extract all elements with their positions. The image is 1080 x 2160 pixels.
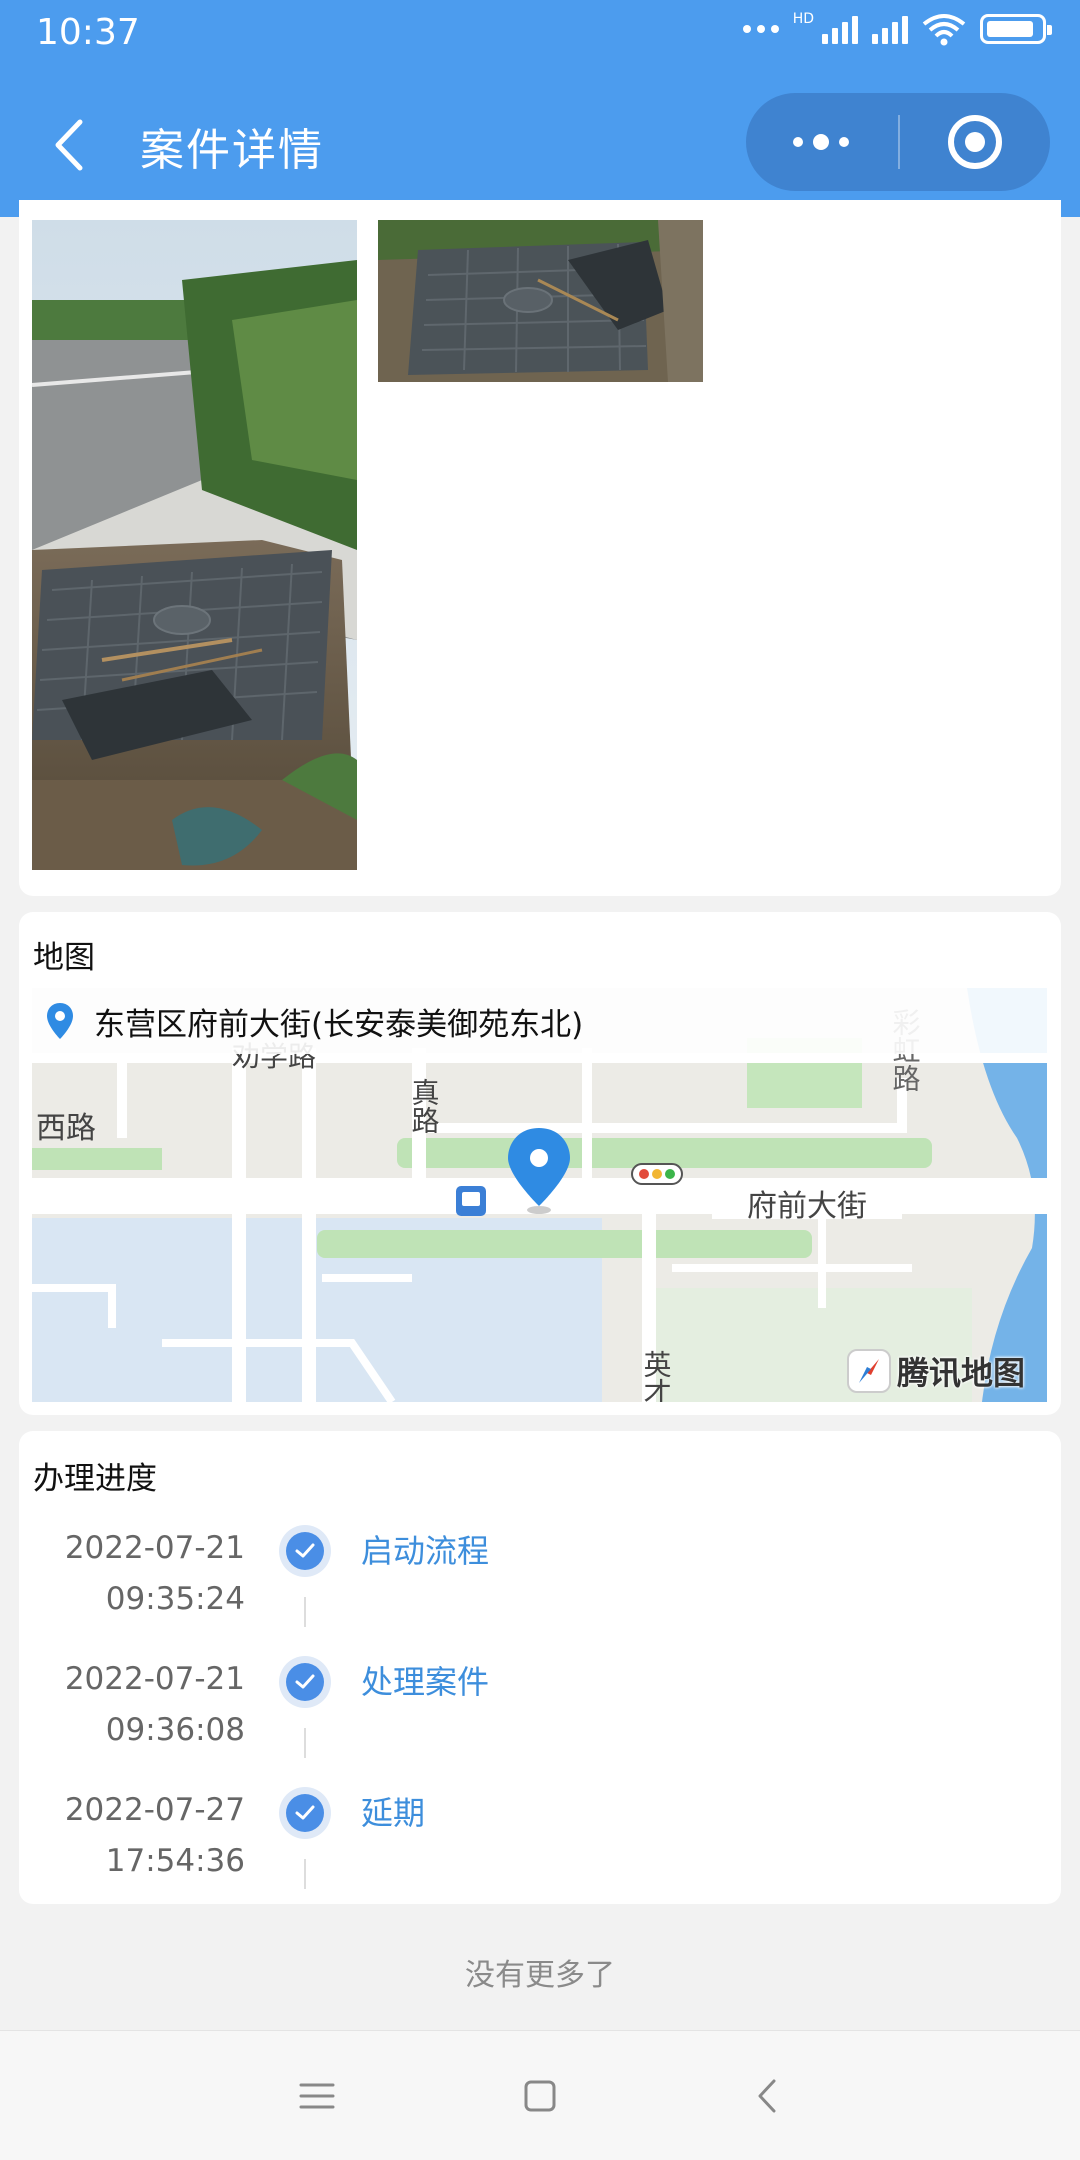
check-icon	[286, 1663, 324, 1701]
close-button[interactable]	[900, 93, 1050, 191]
status-icons: HD	[742, 11, 1052, 46]
timeline-step: 2022-07-21 09:36:08 处理案件	[19, 1654, 1061, 1784]
map-view[interactable]: 府前大街 西路 劝学路 真路 彩虹路 英才 东营区府前大街(长安泰美御苑东北) …	[32, 988, 1047, 1402]
road-label-fuqian: 府前大街	[747, 1189, 867, 1224]
status-dots-icon	[742, 25, 779, 33]
header-bar: 10:37 HD 案件详情	[0, 0, 1080, 217]
timeline-step: 2022-07-27 17:54:36 延期	[19, 1785, 1061, 1915]
step-check	[279, 1787, 331, 1839]
home-square-icon	[524, 2080, 556, 2112]
home-button[interactable]	[505, 2061, 575, 2131]
signal-icon	[822, 14, 858, 44]
page-title: 案件详情	[140, 125, 324, 176]
tencent-map-logo: 腾讯地图	[846, 1348, 1025, 1394]
system-back-button[interactable]	[732, 2061, 802, 2131]
case-photo-1[interactable]	[32, 220, 357, 870]
step-connector	[304, 1597, 306, 1627]
step-connector	[304, 1859, 306, 1889]
step-time: 17:54:36	[105, 1843, 245, 1879]
check-icon	[286, 1532, 324, 1570]
more-dots-icon	[793, 137, 803, 147]
map-provider: 腾讯地图	[896, 1354, 1025, 1392]
back-button[interactable]	[46, 110, 96, 180]
step-label[interactable]: 启动流程	[361, 1523, 489, 1579]
road-label-xilu: 西路	[36, 1111, 96, 1146]
wifi-icon	[922, 14, 966, 46]
step-datetime: 2022-07-21 09:36:08	[65, 1654, 245, 1756]
map-address: 东营区府前大街(长安泰美御苑东北)	[94, 1006, 584, 1043]
back-chevron-icon	[758, 2079, 776, 2113]
step-label[interactable]: 延期	[361, 1785, 425, 1841]
step-connector	[304, 1728, 306, 1758]
signal-icon-2	[872, 14, 908, 44]
more-button[interactable]	[746, 93, 896, 191]
progress-card: 办理进度 2022-07-21 09:35:24 启动流程 2022-07-21…	[19, 1431, 1061, 1904]
location-pin-icon	[47, 1003, 73, 1039]
step-date: 2022-07-21	[64, 1530, 245, 1566]
step-check	[279, 1656, 331, 1708]
photos-card	[19, 200, 1061, 896]
status-time: 10:37	[36, 12, 140, 53]
step-time: 09:35:24	[105, 1581, 245, 1617]
progress-section-title: 办理进度	[33, 1461, 157, 1497]
step-datetime: 2022-07-27 17:54:36	[65, 1785, 245, 1887]
back-arrow-icon	[55, 119, 83, 171]
hd-label: HD	[792, 11, 814, 27]
step-time: 09:36:08	[105, 1712, 245, 1748]
step-date: 2022-07-27	[64, 1792, 245, 1828]
check-icon	[286, 1794, 324, 1832]
step-check	[279, 1525, 331, 1577]
step-label[interactable]: 处理案件	[361, 1654, 489, 1710]
compass-icon	[846, 1349, 891, 1393]
menu-icon	[299, 2083, 335, 2109]
case-photo-2[interactable]	[378, 220, 703, 382]
map-section-title: 地图	[33, 940, 95, 976]
timeline-step: 2022-07-21 09:35:24 启动流程	[19, 1523, 1061, 1653]
map-address-bar[interactable]: 东营区府前大街(长安泰美御苑东北)	[32, 988, 1047, 1054]
map-card: 地图 府前大街 西路 劝学路 真路 英才 东营区府前大街(长安泰美御苑东北) 腾…	[19, 912, 1061, 1415]
miniapp-capsule	[746, 93, 1050, 191]
road-label-yingcai: 英才	[640, 1350, 673, 1402]
close-ring-icon	[948, 115, 1002, 169]
menu-button[interactable]	[282, 2061, 352, 2131]
step-date: 2022-07-21	[64, 1661, 245, 1697]
system-nav-bar	[0, 2030, 1080, 2160]
battery-icon	[980, 14, 1052, 44]
no-more-text: 没有更多了	[465, 1958, 615, 1993]
road-label-zhen: 真路	[408, 1078, 441, 1134]
step-datetime: 2022-07-21 09:35:24	[65, 1523, 245, 1625]
